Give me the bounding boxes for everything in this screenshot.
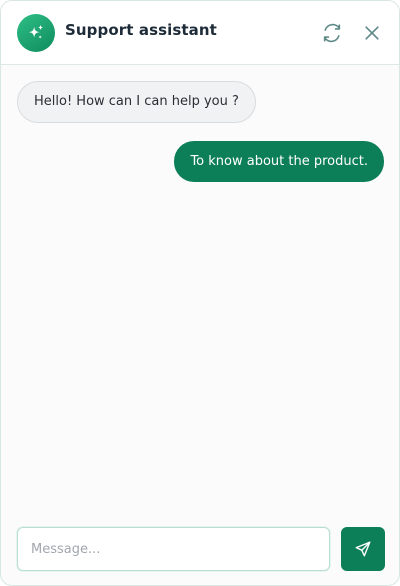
assistant-avatar — [17, 14, 55, 52]
refresh-button[interactable] — [320, 21, 344, 45]
refresh-icon — [321, 22, 343, 44]
send-button[interactable] — [341, 527, 385, 571]
sparkle-icon — [25, 22, 47, 44]
chat-window: Support assistant Hello! How can I can h… — [0, 0, 400, 586]
send-icon — [354, 540, 372, 558]
assistant-message: Hello! How can I can help you ? — [17, 81, 256, 123]
user-message: To know about the product. — [174, 141, 384, 182]
chat-header: Support assistant — [1, 1, 399, 65]
message-input[interactable] — [18, 528, 329, 570]
message-field — [17, 527, 330, 571]
close-icon — [362, 23, 382, 43]
close-button[interactable] — [360, 21, 384, 45]
chat-title: Support assistant — [65, 21, 217, 39]
message-list: Hello! How can I can help you ? To know … — [1, 65, 399, 513]
